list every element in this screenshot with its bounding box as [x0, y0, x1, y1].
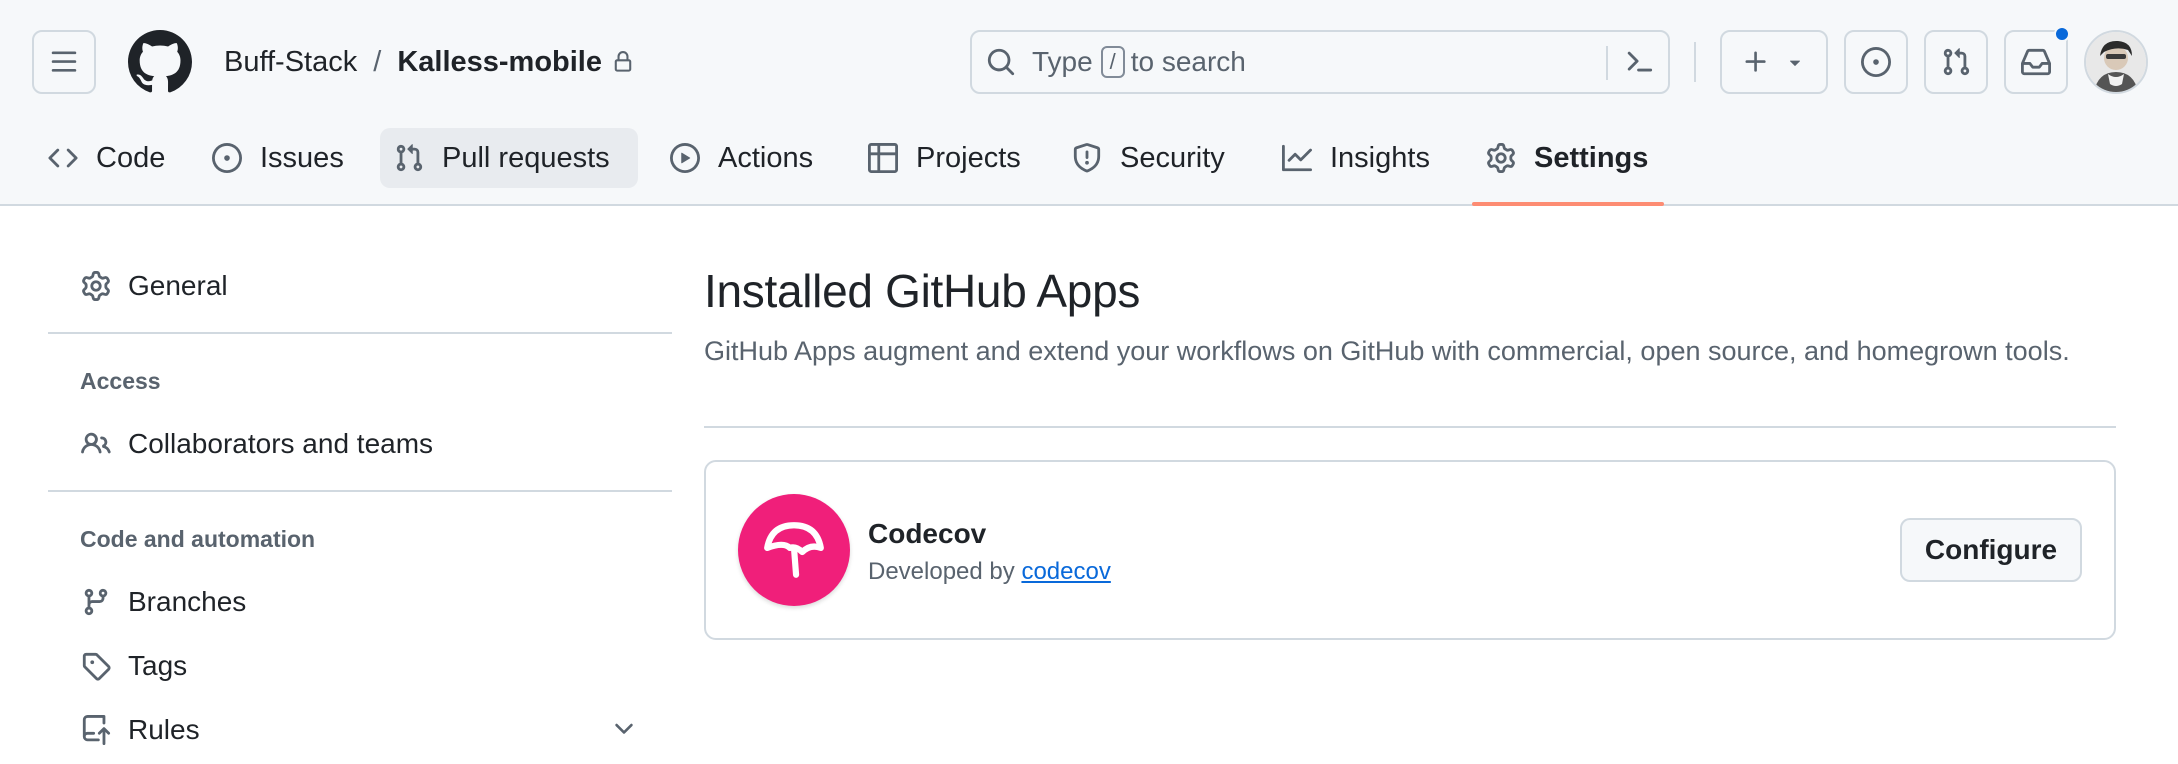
- tab-issues[interactable]: Issues: [198, 128, 358, 188]
- your-pull-requests-button[interactable]: [1924, 30, 1988, 94]
- repo-breadcrumb: Buff-Stack / Kalless-mobile: [224, 40, 634, 84]
- tab-actions[interactable]: Actions: [656, 128, 827, 188]
- tab-issues-label: Issues: [260, 141, 344, 174]
- sidebar-heading-code-automation: Code and automation: [80, 526, 316, 552]
- hamburger-icon: [51, 51, 77, 72]
- tab-settings[interactable]: Settings: [1472, 128, 1662, 188]
- header-divider: [1694, 42, 1696, 82]
- sidebar-item-collaborators[interactable]: Collaborators and teams: [80, 424, 433, 464]
- sidebar-heading-access: Access: [80, 368, 161, 394]
- app-header: Buff-Stack / Kalless-mobile Type / to se…: [0, 0, 2178, 206]
- tab-projects[interactable]: Projects: [854, 128, 1035, 188]
- tab-pull-requests[interactable]: Pull requests: [380, 128, 638, 188]
- sidebar-item-tags[interactable]: Tags: [80, 646, 187, 686]
- sidebar-item-tags-label: Tags: [128, 650, 188, 681]
- git-pull-request-icon: [394, 143, 424, 173]
- issue-opened-icon: [1861, 47, 1891, 77]
- sidebar-item-branches[interactable]: Branches: [80, 582, 246, 622]
- tag-icon: [80, 651, 112, 681]
- git-branch-icon: [80, 587, 112, 617]
- developed-by-label: Developed by: [868, 558, 1015, 585]
- app-developer-line: Developed by codecov: [868, 558, 1111, 586]
- play-icon: [670, 143, 700, 173]
- command-palette-icon[interactable]: [1624, 48, 1654, 78]
- sidebar-item-collaborators-label: Collaborators and teams: [128, 428, 434, 459]
- tab-security-label: Security: [1120, 141, 1225, 174]
- search-icon: [986, 47, 1016, 77]
- sidebar-item-rules-label: Rules: [128, 714, 200, 745]
- app-name[interactable]: Codecov: [868, 518, 986, 550]
- tab-security[interactable]: Security: [1058, 128, 1239, 188]
- repo-owner-link[interactable]: Buff-Stack: [224, 46, 357, 79]
- plus-icon: [1745, 51, 1766, 72]
- sidebar-item-general-label: General: [128, 270, 228, 301]
- sidebar-divider: [48, 332, 672, 334]
- sidebar-item-general[interactable]: General: [80, 266, 228, 306]
- tab-pull-requests-label: Pull requests: [442, 141, 610, 174]
- search-input[interactable]: Type / to search: [970, 30, 1670, 94]
- tab-insights[interactable]: Insights: [1268, 128, 1444, 188]
- search-shortcut-key: /: [1100, 46, 1125, 78]
- sidebar-divider: [48, 490, 672, 492]
- graph-icon: [1282, 143, 1312, 173]
- your-issues-button[interactable]: [1844, 30, 1908, 94]
- codecov-logo-icon: [738, 494, 850, 606]
- repo-push-icon: [80, 715, 112, 745]
- search-placeholder-suffix: to search: [1130, 46, 1246, 77]
- search-placeholder-prefix: Type: [1032, 46, 1093, 77]
- triangle-down-icon: [1789, 60, 1801, 66]
- gear-icon: [1486, 143, 1516, 173]
- table-icon: [868, 143, 898, 173]
- configure-button[interactable]: Configure: [1900, 518, 2082, 582]
- github-logo-icon[interactable]: [127, 30, 192, 94]
- inbox-icon: [2021, 48, 2051, 76]
- page-description: GitHub Apps augment and extend your work…: [704, 336, 2070, 366]
- sidebar-item-branches-label: Branches: [128, 586, 247, 617]
- tab-insights-label: Insights: [1330, 141, 1430, 174]
- search-divider: [1606, 46, 1608, 80]
- unread-notification-indicator: [2054, 26, 2070, 42]
- create-new-button[interactable]: [1720, 30, 1828, 94]
- breadcrumb-separator: /: [373, 45, 382, 78]
- code-icon: [48, 143, 78, 173]
- tab-projects-label: Projects: [916, 141, 1021, 174]
- tab-code-label: Code: [96, 141, 166, 174]
- user-avatar[interactable]: [2084, 30, 2148, 94]
- tab-actions-label: Actions: [718, 141, 814, 174]
- active-tab-indicator: [1472, 202, 1664, 206]
- chevron-down-icon[interactable]: [610, 715, 638, 743]
- people-icon: [80, 429, 112, 459]
- open-global-nav-button[interactable]: [32, 30, 96, 94]
- gear-icon: [80, 271, 112, 301]
- lock-icon: [612, 51, 634, 73]
- tab-settings-label: Settings: [1534, 141, 1649, 174]
- search-placeholder: Type / to search: [1032, 46, 1246, 78]
- sidebar-item-rules[interactable]: Rules: [80, 710, 200, 750]
- git-pull-request-icon: [1943, 48, 1970, 76]
- title-divider: [704, 426, 2116, 428]
- issue-icon: [212, 143, 242, 173]
- repo-name-link[interactable]: Kalless-mobile: [397, 46, 602, 79]
- shield-icon: [1072, 143, 1102, 173]
- tab-code[interactable]: Code: [34, 128, 179, 188]
- installed-app-card: Codecov Developed by codecov Configure: [704, 460, 2116, 640]
- page-title: Installed GitHub Apps: [704, 265, 1141, 317]
- developer-link[interactable]: codecov: [1021, 558, 1110, 585]
